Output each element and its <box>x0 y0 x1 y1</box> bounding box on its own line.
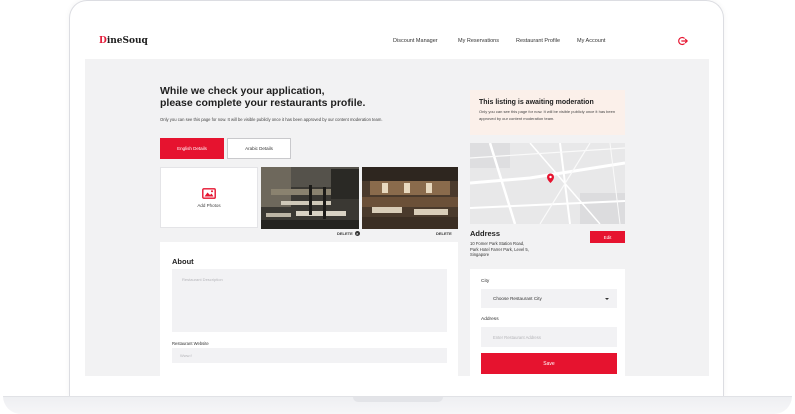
edit-address-button[interactable]: Edit <box>590 231 625 243</box>
delete-label: DELETE <box>436 231 452 236</box>
description-textarea[interactable]: Restaurant Description <box>172 269 447 332</box>
tab-arabic-details[interactable]: Arabic Details <box>227 138 291 159</box>
page: DineSouq Discount Manager My Reservation… <box>0 0 795 414</box>
intro-subtext: Only you can see this page for now. It w… <box>160 117 383 122</box>
address-title: Address <box>470 229 501 238</box>
moderation-title: This listing is awaiting moderation <box>479 99 594 106</box>
page-title: While we check your application, please … <box>160 85 390 109</box>
location-form: City Choose Restaurant City Address Ente… <box>470 269 625 376</box>
chevron-down-icon <box>605 298 609 300</box>
add-photos-label: Add Photos <box>197 202 221 208</box>
add-photos-button[interactable]: Add Photos <box>160 167 258 228</box>
restaurant-photo <box>362 167 458 229</box>
save-button[interactable]: Save <box>481 353 617 374</box>
city-select-value: Choose Restaurant City <box>493 296 542 301</box>
page-title-line2: please complete your restaurants profile… <box>160 97 366 109</box>
logo[interactable]: DineSouq <box>99 36 148 46</box>
about-card: About Restaurant Description Restaurant … <box>160 242 458 376</box>
address-input[interactable]: Enter Restaurant Address <box>481 327 617 347</box>
laptop-base <box>3 396 792 414</box>
top-nav: DineSouq Discount Manager My Reservation… <box>85 22 709 59</box>
nav-my-account[interactable]: My Account <box>577 38 605 44</box>
city-select[interactable]: Choose Restaurant City <box>481 289 617 308</box>
laptop-notch <box>353 397 443 402</box>
restaurant-photo <box>261 167 359 229</box>
logo-initial: D <box>99 36 107 46</box>
nav-my-reservations[interactable]: My Reservations <box>458 38 499 44</box>
delete-label: DELETE <box>337 231 353 236</box>
logo-text: ineSouq <box>106 36 148 46</box>
nav-restaurant-profile[interactable]: Restaurant Profile <box>516 38 560 44</box>
address-label: Address <box>481 317 499 322</box>
moderation-text: Only you can see this page for now. It w… <box>479 109 616 121</box>
description-placeholder: Restaurant Description <box>182 277 223 282</box>
delete-photo-button[interactable]: DELETE × <box>337 231 360 236</box>
tab-english-details[interactable]: English Details <box>160 138 224 159</box>
logout-icon[interactable] <box>678 36 688 46</box>
website-input[interactable]: Www.f <box>172 348 447 363</box>
nav-discount-manager[interactable]: Discount Manager <box>393 38 438 44</box>
city-label: City <box>481 279 490 284</box>
moderation-notice: This listing is awaiting moderation Only… <box>470 90 625 135</box>
main-content: While we check your application, please … <box>85 59 709 376</box>
website-label: Restaurant Website <box>172 341 209 346</box>
about-title: About <box>172 257 194 266</box>
screen: DineSouq Discount Manager My Reservation… <box>85 22 709 376</box>
page-title-line1: While we check your application, <box>160 85 325 97</box>
image-icon <box>202 187 216 199</box>
address-placeholder: Enter Restaurant Address <box>493 335 541 340</box>
address-text: 10 Fomer Park Station Road, Park Hotel F… <box>470 241 529 257</box>
delete-photo-button[interactable]: DELETE <box>436 231 452 236</box>
close-icon: × <box>354 231 360 236</box>
website-placeholder: Www.f <box>180 353 192 358</box>
location-map[interactable] <box>470 143 625 224</box>
